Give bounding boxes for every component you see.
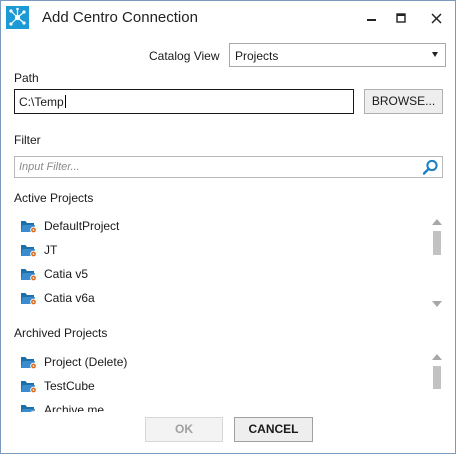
- project-name: Archive me: [44, 403, 105, 412]
- list-item[interactable]: Project (Delete): [20, 352, 410, 372]
- app-icon: [6, 6, 29, 29]
- project-name: Catia v6a: [44, 291, 95, 305]
- path-label: Path: [14, 71, 39, 85]
- path-value: C:\Temp: [19, 95, 66, 109]
- maximize-button[interactable]: [390, 8, 412, 28]
- window-title: Add Centro Connection: [42, 9, 198, 26]
- catalog-view-label: Catalog View: [149, 49, 220, 63]
- title-bar[interactable]: Add Centro Connection: [1, 1, 455, 34]
- close-button[interactable]: [425, 8, 447, 28]
- list-item[interactable]: TestCube: [20, 376, 410, 396]
- folder-project-icon: [21, 381, 37, 394]
- browse-button[interactable]: BROWSE...: [364, 89, 443, 114]
- chevron-down-icon: [432, 52, 438, 57]
- project-name: DefaultProject: [44, 219, 120, 233]
- folder-project-icon: [21, 221, 37, 234]
- project-name: JT: [44, 243, 58, 257]
- project-name: TestCube: [44, 379, 95, 393]
- scrollbar-thumb[interactable]: [433, 231, 441, 255]
- maximize-icon: [395, 12, 406, 23]
- minimize-icon: [367, 19, 376, 21]
- project-name: Project (Delete): [44, 355, 128, 369]
- scroll-up-icon[interactable]: [432, 354, 442, 360]
- project-name: Catia v5: [44, 267, 89, 281]
- folder-project-icon: [21, 357, 37, 370]
- scroll-down-icon[interactable]: [432, 301, 442, 307]
- archived-projects-scrollbar[interactable]: [431, 353, 443, 413]
- folder-project-icon: [21, 293, 37, 306]
- archived-projects-list: Project (Delete) TestCube Archive me: [1, 346, 421, 412]
- active-projects-label: Active Projects: [14, 191, 94, 205]
- catalog-view-value: Projects: [235, 49, 279, 63]
- archived-projects-label: Archived Projects: [14, 326, 108, 340]
- list-item[interactable]: DefaultProject: [20, 216, 410, 236]
- list-item[interactable]: Archive me: [20, 400, 410, 412]
- list-item[interactable]: Catia v6a: [20, 288, 410, 308]
- minimize-button[interactable]: [361, 8, 383, 28]
- scrollbar-thumb[interactable]: [433, 366, 441, 389]
- filter-label: Filter: [14, 133, 41, 147]
- cancel-button[interactable]: CANCEL: [234, 417, 313, 442]
- ok-button[interactable]: OK: [145, 417, 223, 442]
- filter-field[interactable]: [14, 156, 443, 178]
- path-input[interactable]: C:\Temp: [14, 89, 354, 114]
- folder-project-icon: [21, 245, 37, 258]
- list-item[interactable]: Catia v5: [20, 264, 410, 284]
- close-icon: [430, 12, 442, 24]
- catalog-view-select[interactable]: Projects: [229, 43, 446, 67]
- search-icon[interactable]: [422, 159, 439, 176]
- dialog-window: Add Centro Connection Catalog View Proje…: [0, 0, 456, 454]
- folder-project-icon: [21, 269, 37, 282]
- folder-project-icon: [21, 405, 37, 412]
- active-projects-scrollbar[interactable]: [431, 217, 443, 311]
- list-item[interactable]: JT: [20, 240, 410, 260]
- filter-input[interactable]: [19, 159, 419, 175]
- scroll-up-icon[interactable]: [432, 219, 442, 225]
